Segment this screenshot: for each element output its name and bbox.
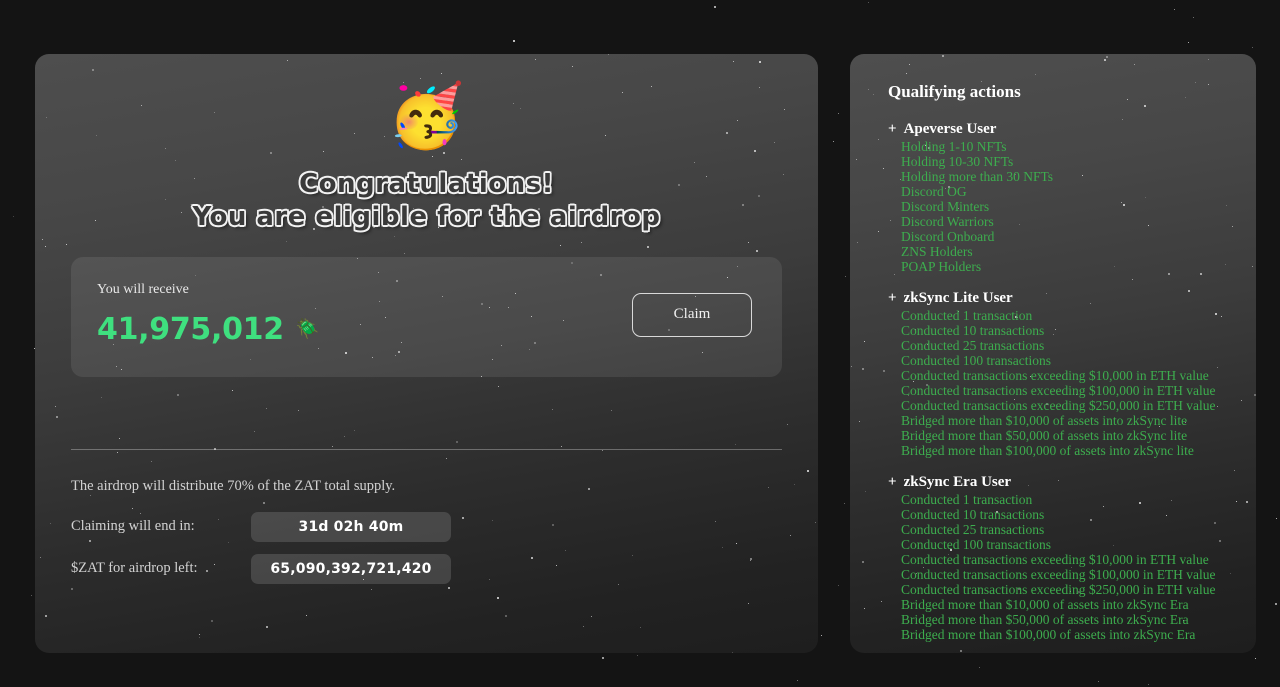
list-item: Discord OG [901, 184, 967, 199]
list-item: Conducted transactions exceeding $100,00… [901, 567, 1216, 582]
list-item: Conducted 25 transactions [901, 522, 1045, 537]
qualifying-group-header[interactable]: + zkSync Lite User [888, 290, 1256, 307]
plus-icon[interactable]: + [888, 474, 897, 491]
qualifying-group: + zkSync Era User Conducted 1 transaction C… [888, 474, 1256, 642]
list-item: Conducted 10 transactions [901, 507, 1045, 522]
plus-icon[interactable]: + [888, 290, 897, 307]
list-item: Conducted transactions exceeding $10,000… [901, 552, 1209, 567]
airdrop-left-label: $ZAT for airdrop left: [71, 560, 198, 577]
qualifying-items: Holding 1-10 NFTs Holding 10-30 NFTs Holdi… [888, 139, 1256, 274]
qualifying-actions-card: Qualifying actions + Apeverse User Holding… [850, 54, 1256, 653]
amount-row: 41,975,012 🪲 [97, 312, 319, 347]
list-item: Conducted 1 transaction [901, 308, 1033, 323]
token-emoji-icon: 🪲 [295, 319, 320, 341]
qualifying-group-label: Apeverse User [903, 121, 997, 137]
list-item: Conducted 25 transactions [901, 338, 1045, 353]
list-item: Holding 10-30 NFTs [901, 154, 1014, 169]
eligibility-card: 🥳 Congratulations! You are eligible for … [35, 54, 818, 653]
section-divider [71, 448, 782, 450]
qualifying-items: Conducted 1 transaction Conducted 10 tran… [888, 492, 1256, 642]
list-item: POAP Holders [901, 259, 982, 274]
airdrop-info-section: The airdrop will distribute 70% of the Z… [71, 478, 782, 596]
list-item: Bridged more than $100,000 of assets int… [901, 443, 1194, 458]
list-item: Conducted 10 transactions [901, 323, 1045, 338]
list-item: Bridged more than $10,000 of assets into… [901, 413, 1188, 428]
list-item: Bridged more than $50,000 of assets into… [901, 428, 1188, 443]
claim-countdown-label: Claiming will end in: [71, 518, 195, 535]
qualifying-group-header[interactable]: + zkSync Era User [888, 474, 1256, 491]
list-item: Conducted transactions exceeding $250,00… [901, 398, 1216, 413]
list-item: Discord Warriors [901, 214, 994, 229]
qualifying-group-header[interactable]: + Apeverse User [888, 121, 1256, 138]
qualifying-group-label: zkSync Era User [903, 474, 1012, 490]
list-item: Holding 1-10 NFTs [901, 139, 1007, 154]
qualifying-group-label: zkSync Lite User [903, 290, 1013, 306]
list-item: Conducted 100 transactions [901, 353, 1051, 368]
airdrop-page: 🥳 Congratulations! You are eligible for … [0, 0, 1280, 687]
headline-line-2: You are eligible for the airdrop [192, 202, 661, 233]
qualifying-groups-list: + Apeverse User Holding 1-10 NFTs Holding 1… [888, 121, 1256, 642]
claim-button[interactable]: Claim [632, 292, 752, 337]
qualifying-group: + Apeverse User Holding 1-10 NFTs Holding 1… [888, 121, 1256, 274]
airdrop-amount-value: 41,975,012 [97, 312, 284, 348]
qualifying-actions-title: Qualifying actions [888, 82, 1021, 101]
celebration-emoji-wrap: 🥳 [71, 86, 782, 168]
page-title: Congratulations! You are eligible for th… [71, 168, 782, 235]
list-item: ZNS Holders [901, 244, 973, 259]
list-item: Discord Onboard [901, 229, 995, 244]
list-item: Bridged more than $100,000 of assets int… [901, 627, 1196, 642]
airdrop-left-value: 65,090,392,721,420 [251, 553, 451, 584]
airdrop-left-row: $ZAT for airdrop left: 65,090,392,721,42… [71, 553, 782, 584]
plus-icon[interactable]: + [888, 121, 897, 138]
partying-face-emoji: 🥳 [387, 83, 466, 151]
receive-label: You will receive [97, 282, 189, 298]
list-item: Conducted 100 transactions [901, 537, 1051, 552]
qualifying-items: Conducted 1 transaction Conducted 10 tran… [888, 308, 1256, 458]
claim-countdown-row: Claiming will end in: 31d 02h 40m [71, 511, 782, 542]
supply-note: The airdrop will distribute 70% of the Z… [71, 477, 396, 494]
headline-line-1: Congratulations! [299, 169, 554, 199]
list-item: Bridged more than $50,000 of assets into… [901, 612, 1189, 627]
list-item: Conducted transactions exceeding $10,000… [901, 368, 1209, 383]
receive-panel: You will receive 41,975,012 🪲 Claim [71, 256, 782, 377]
list-item: Conducted transactions exceeding $100,00… [901, 383, 1216, 398]
list-item: Bridged more than $10,000 of assets into… [901, 597, 1189, 612]
qualifying-group: + zkSync Lite User Conducted 1 transaction… [888, 290, 1256, 458]
list-item: Conducted transactions exceeding $250,00… [901, 582, 1216, 597]
list-item: Conducted 1 transaction [901, 492, 1033, 507]
list-item: Holding more than 30 NFTs [901, 169, 1054, 184]
list-item: Discord Minters [901, 199, 990, 214]
claim-countdown-value: 31d 02h 40m [251, 511, 451, 542]
